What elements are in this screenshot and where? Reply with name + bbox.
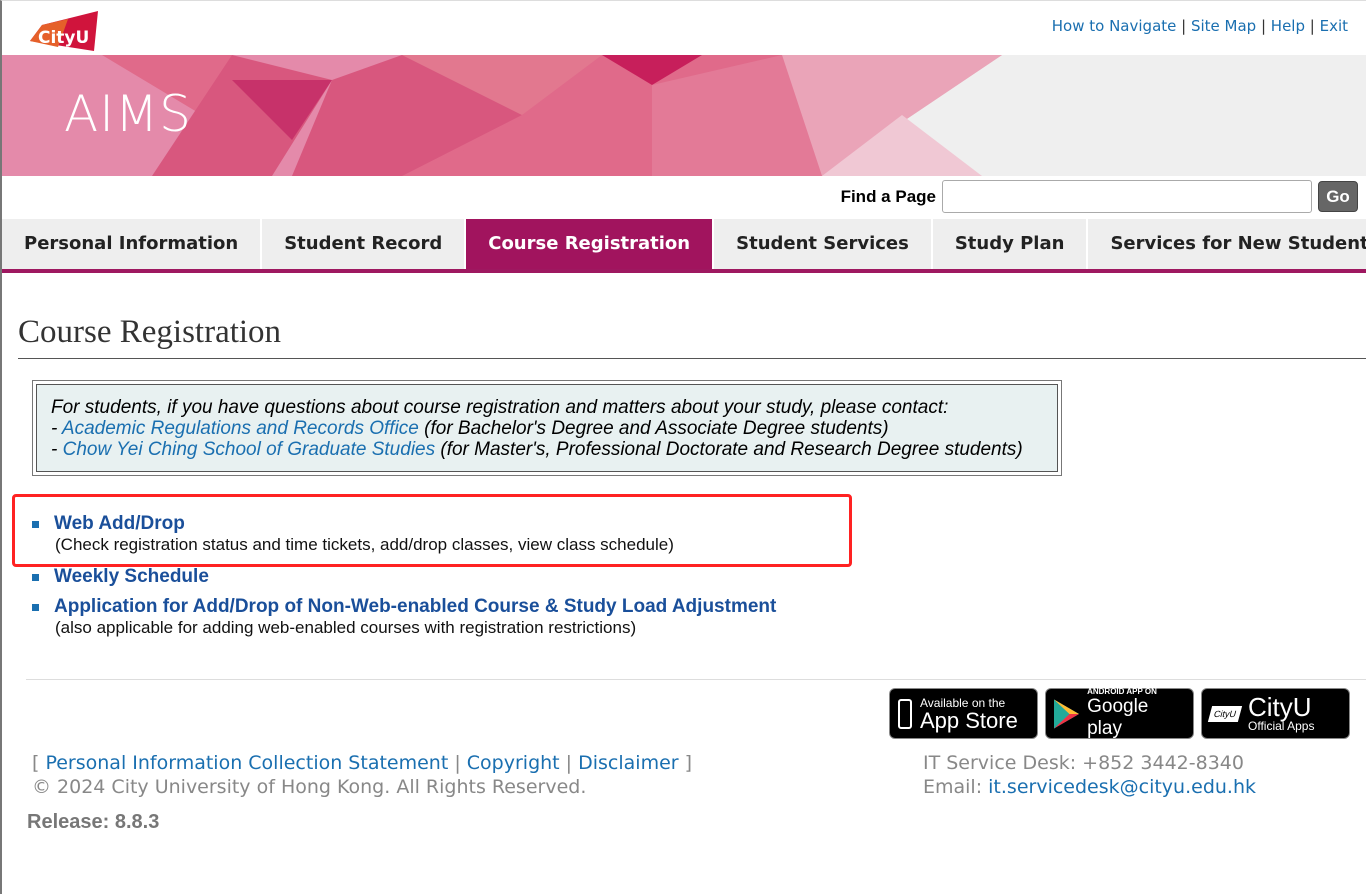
tab-personal-information[interactable]: Personal Information xyxy=(2,219,263,269)
tab-student-record[interactable]: Student Record xyxy=(262,219,467,269)
app-store-badge[interactable]: Available on the App Store xyxy=(889,688,1038,739)
copyright-link[interactable]: Copyright xyxy=(467,752,560,774)
site-map-link[interactable]: Site Map xyxy=(1191,17,1256,35)
google-play-badge[interactable]: ANDROID APP ON Google play xyxy=(1045,687,1194,739)
badge-big-text: App Store xyxy=(920,707,1018,733)
footer: [ Personal Information Collection Statem… xyxy=(32,752,693,798)
badge-big-text: CityU xyxy=(1248,691,1312,722)
cityu-logo[interactable]: CityU xyxy=(28,11,100,53)
help-link[interactable]: Help xyxy=(1271,17,1305,35)
tab-course-registration[interactable]: Course Registration xyxy=(466,219,715,269)
cityu-logo-icon: CityU xyxy=(1207,705,1243,722)
tab-student-services[interactable]: Student Services xyxy=(714,219,933,269)
disclaimer-link[interactable]: Disclaimer xyxy=(578,752,678,774)
tab-services-for-new-student[interactable]: Services for New Student xyxy=(1088,219,1366,269)
info-intro: For students, if you have questions abou… xyxy=(51,397,949,418)
main-nav: Personal Information Student Record Cour… xyxy=(2,219,1366,273)
badge-small-text: ANDROID APP ON xyxy=(1087,687,1157,696)
top-links: How to Navigate | Site Map | Help | Exit xyxy=(1051,17,1348,35)
badge-big-text: Google play xyxy=(1087,696,1149,739)
svg-text:CityU: CityU xyxy=(38,28,89,48)
bullet-icon xyxy=(32,574,39,582)
web-add-drop-link[interactable]: Web Add/Drop xyxy=(54,513,185,534)
divider xyxy=(18,358,1366,359)
page-title: Course Registration xyxy=(18,314,282,350)
badge-small-text: Official Apps xyxy=(1248,718,1315,733)
application-desc: (also applicable for adding web-enabled … xyxy=(55,618,637,637)
google-play-icon xyxy=(1054,699,1080,728)
cityu-apps-badge[interactable]: CityU CityU Official Apps xyxy=(1201,688,1350,739)
email-label: Email: xyxy=(923,776,989,798)
sgs-note: (for Master's, Professional Doctorate an… xyxy=(435,439,1023,460)
exit-link[interactable]: Exit xyxy=(1320,17,1348,35)
bullet-icon xyxy=(32,521,39,529)
list-item-web-add-drop: Web Add/Drop (Check registration status … xyxy=(32,513,674,555)
banner-title: AIMS xyxy=(64,85,192,143)
copyright-text: © 2024 City University of Hong Kong. All… xyxy=(32,776,587,798)
find-a-page: Find a Page Go xyxy=(841,180,1358,213)
list-item-application: Application for Add/Drop of Non-Web-enab… xyxy=(32,596,776,638)
contact-info: IT Service Desk: +852 3442-8340 Email: i… xyxy=(923,751,1256,799)
email-link[interactable]: it.servicedesk@cityu.edu.hk xyxy=(988,776,1256,798)
bullet-icon xyxy=(32,604,39,612)
arro-link[interactable]: Academic Regulations and Records Office xyxy=(62,418,419,439)
find-a-page-input[interactable] xyxy=(942,180,1312,213)
banner: AIMS xyxy=(2,55,1366,176)
arro-note: (for Bachelor's Degree and Associate Deg… xyxy=(418,418,889,439)
go-button[interactable]: Go xyxy=(1318,181,1358,212)
info-box: For students, if you have questions abou… xyxy=(32,380,1062,476)
app-badges: Available on the App Store ANDROID APP ON… xyxy=(889,687,1350,739)
service-desk-phone: IT Service Desk: +852 3442-8340 xyxy=(923,752,1244,774)
weekly-schedule-link[interactable]: Weekly Schedule xyxy=(54,566,209,587)
apple-phone-icon xyxy=(898,698,912,729)
find-a-page-label: Find a Page xyxy=(840,186,936,206)
application-add-drop-link[interactable]: Application for Add/Drop of Non-Web-enab… xyxy=(54,596,776,617)
pics-link[interactable]: Personal Information Collection Statemen… xyxy=(45,752,448,774)
web-add-drop-desc: (Check registration status and time tick… xyxy=(55,535,674,554)
list-item-weekly-schedule: Weekly Schedule xyxy=(32,566,209,588)
banner-pattern xyxy=(2,55,1366,176)
release-version: Release: 8.8.3 xyxy=(27,811,160,833)
how-to-navigate-link[interactable]: How to Navigate xyxy=(1052,17,1177,35)
sgs-link[interactable]: Chow Yei Ching School of Graduate Studie… xyxy=(63,439,436,460)
footer-divider xyxy=(26,679,1366,680)
tab-study-plan[interactable]: Study Plan xyxy=(932,219,1089,269)
